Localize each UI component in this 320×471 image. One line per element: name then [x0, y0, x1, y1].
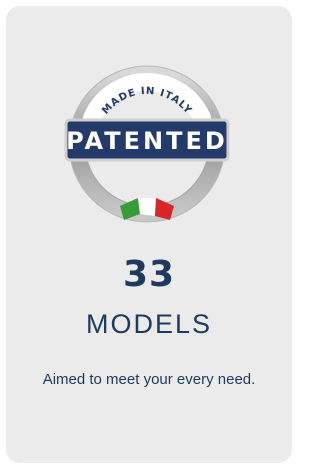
- patented-label: PATENTED: [66, 127, 228, 155]
- card-description: Aimed to meet your every need.: [42, 371, 256, 388]
- made-in-italy-patented-badge: MADE IN ITALY PATENTED: [52, 58, 242, 233]
- patented-seal-icon: MADE IN ITALY PATENTED: [64, 65, 230, 223]
- feature-card: MADE IN ITALY PATENTED 33 MODELS Aimed t…: [6, 6, 292, 463]
- model-count: 33: [122, 254, 176, 295]
- model-count-unit: MODELS: [85, 309, 213, 339]
